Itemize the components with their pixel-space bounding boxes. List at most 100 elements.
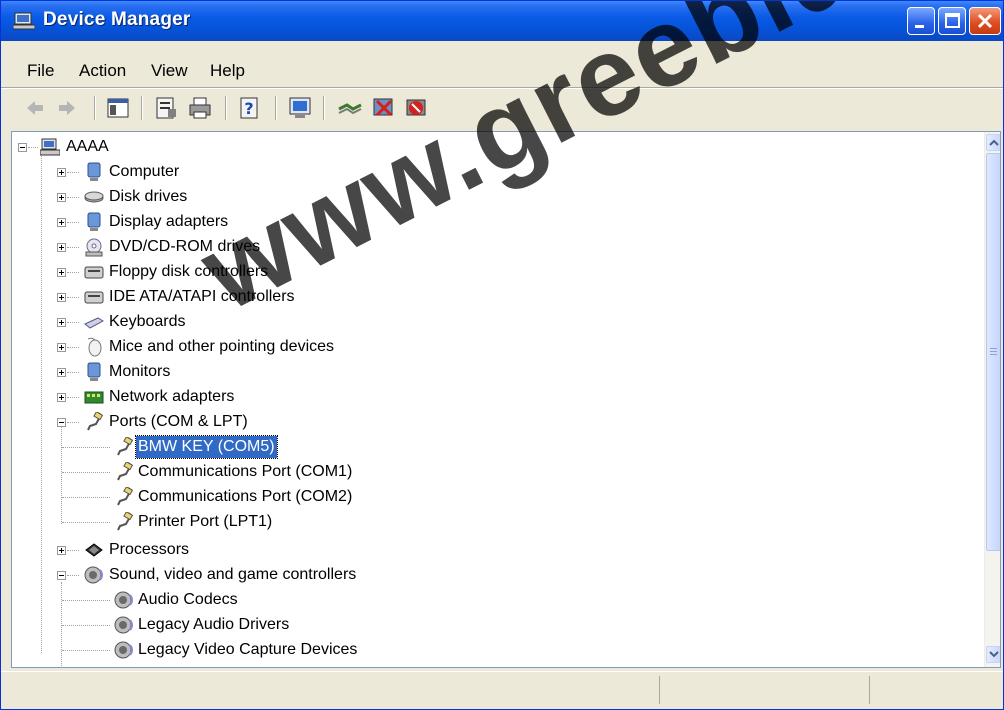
expand-toggle[interactable] [57,193,66,202]
device-manager-icon [13,12,35,30]
menu-help[interactable]: Help [210,61,245,81]
disable-device-icon[interactable] [371,95,397,121]
collapse-toggle[interactable] [18,143,27,152]
computer-icon [87,162,101,181]
tree-category-label: Monitors [109,363,171,380]
tree-category[interactable]: Disk drives [12,185,512,209]
tree-line [67,422,79,424]
tree-category-label: Floppy disk controllers [109,263,269,280]
tree-category-label: IDE ATA/ATAPI controllers [109,288,295,305]
tree-category-expanded[interactable]: Ports (COM & LPT) [12,410,512,434]
speaker-icon [114,641,133,659]
expand-toggle[interactable] [57,393,66,402]
port-icon [87,412,104,431]
display-adapter-icon [87,212,101,231]
expand-toggle[interactable] [57,318,66,327]
expand-toggle[interactable] [57,368,66,377]
tree-category[interactable]: Display adapters [12,210,512,234]
tree-category-label: Display adapters [109,213,229,230]
tree-root[interactable]: AAAA [12,135,412,159]
tree-device[interactable]: Communications Port (COM2) [12,485,512,509]
tree-line [67,297,79,299]
show-hide-console-tree-icon[interactable] [105,95,131,121]
tree-category[interactable]: Processors [12,538,512,562]
print-icon[interactable] [187,95,213,121]
port-icon [117,487,134,506]
minimize-icon [915,25,924,28]
tree-line [62,497,110,499]
title-bar[interactable]: Device Manager [1,1,1003,41]
tree-category[interactable]: Keyboards [12,310,512,334]
scroll-up-button[interactable] [986,134,1000,151]
tree-device[interactable]: Legacy Audio Drivers [12,613,512,637]
tree-line [62,447,110,449]
toolbar-separator [323,96,325,120]
expand-toggle[interactable] [57,293,66,302]
back-arrow-icon[interactable] [21,95,47,121]
speaker-icon [84,566,103,584]
tree-line [67,197,79,199]
maximize-button[interactable] [938,7,966,35]
expand-toggle[interactable] [57,243,66,252]
status-bar [1,671,1003,709]
tree-line [62,625,110,627]
tree-line [62,522,110,524]
tree-device-selected[interactable]: BMW KEY (COM5) [12,435,512,459]
expand-toggle[interactable] [57,343,66,352]
scan-hardware-icon[interactable] [287,95,313,121]
expand-toggle[interactable] [57,168,66,177]
tree-category-label: Network adapters [109,388,235,405]
tree-category-expanded[interactable]: Sound, video and game controllers [12,563,512,587]
tree-device[interactable]: Communications Port (COM1) [12,460,512,484]
menu-view[interactable]: View [151,61,188,81]
tree-category-label: Computer [109,163,180,180]
expand-toggle[interactable] [57,218,66,227]
scroll-thumb[interactable] [986,153,1000,551]
tree-device[interactable]: Legacy Video Capture Devices [12,638,512,662]
tree-category[interactable]: IDE ATA/ATAPI controllers [12,285,512,309]
vertical-scrollbar[interactable] [984,132,1000,667]
network-adapter-icon [84,391,104,404]
minimize-button[interactable] [907,7,935,35]
tree-line [67,575,79,577]
scroll-down-button[interactable] [986,646,1000,663]
tree-category[interactable]: Computer [12,160,512,184]
tree-line [67,372,79,374]
svg-text:?: ? [244,99,253,118]
help-icon[interactable]: ? [237,95,263,121]
tree-line [62,600,110,602]
tree-line [28,147,38,149]
expand-toggle[interactable] [57,268,66,277]
tree-category[interactable]: Network adapters [12,385,512,409]
disk-drive-icon [84,191,104,203]
menu-file[interactable]: File [27,61,54,81]
tree-category[interactable]: Mice and other pointing devices [12,335,512,359]
uninstall-device-icon[interactable] [403,95,429,121]
tree-category-label: Disk drives [109,188,188,205]
port-icon [117,512,134,531]
device-tree: AAAA Computer Disk drives Display adapte… [12,132,982,667]
toolbar-separator [94,96,96,120]
close-button[interactable] [969,7,1001,35]
processor-icon [85,543,103,557]
tree-category[interactable]: Floppy disk controllers [12,260,512,284]
mouse-icon [87,337,102,357]
tree-device[interactable]: Printer Port (LPT1) [12,510,512,534]
update-driver-icon[interactable] [337,95,363,121]
properties-icon[interactable] [153,95,179,121]
tree-line [67,397,79,399]
tree-device[interactable]: Audio Codecs [12,588,512,612]
menu-action[interactable]: Action [79,61,126,81]
tree-category-label: Mice and other pointing devices [109,338,335,355]
status-pane-divider [869,676,870,704]
expand-toggle[interactable] [57,546,66,555]
collapse-toggle[interactable] [57,418,66,427]
tree-line [67,222,79,224]
tree-device-label: Audio Codecs [138,591,238,608]
forward-arrow-icon[interactable] [55,95,81,121]
toolbar-separator [141,96,143,120]
tree-line [67,247,79,249]
tree-category[interactable]: DVD/CD-ROM drives [12,235,512,259]
collapse-toggle[interactable] [57,571,66,580]
tree-category[interactable]: Monitors [12,360,512,384]
